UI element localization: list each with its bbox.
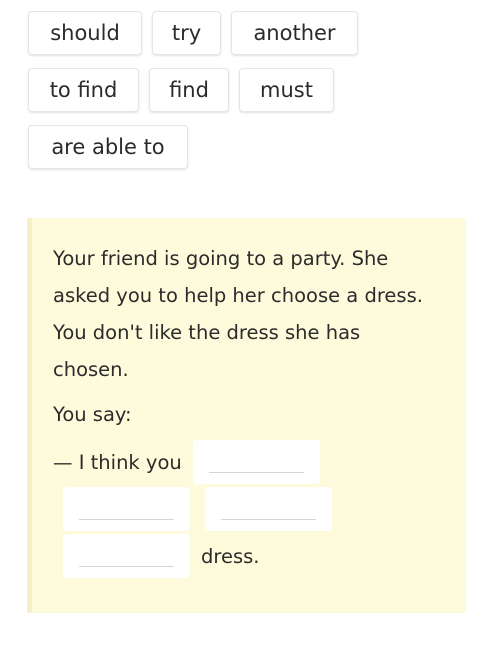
you-say-label: You say:: [53, 403, 132, 426]
task-description-line: chosen.: [53, 358, 129, 381]
word-bank: should try another to find find must are…: [28, 11, 488, 182]
answer-line-1: — I think you: [53, 440, 463, 484]
answer-line-2: [53, 487, 463, 531]
task-description: Your friend is going to a party. She ask…: [53, 240, 463, 388]
word-bank-row: should try another: [28, 11, 488, 55]
task-description-line: Your friend is going to a party. She: [53, 247, 389, 270]
blank-input-2[interactable]: [63, 487, 190, 531]
blank-input-1[interactable]: [192, 440, 320, 484]
word-chip-another[interactable]: another: [231, 11, 358, 55]
word-bank-row: to find find must: [28, 68, 488, 112]
blank-input-4[interactable]: [63, 534, 190, 578]
answer-line-3: dress.: [53, 534, 463, 578]
blank-input-3[interactable]: [205, 487, 332, 531]
task-description-line: You don't like the dress she has: [53, 321, 361, 344]
task-description-line: asked you to help her choose a dress.: [53, 284, 423, 307]
word-chip-try[interactable]: try: [152, 11, 221, 55]
word-bank-row: are able to: [28, 125, 488, 169]
task-card: Your friend is going to a party. She ask…: [27, 218, 466, 613]
word-chip-must[interactable]: must: [239, 68, 334, 112]
sentence-end: dress.: [201, 544, 260, 568]
sentence-start: — I think you: [53, 450, 182, 474]
word-chip-should[interactable]: should: [28, 11, 142, 55]
task-content: Your friend is going to a party. She ask…: [53, 240, 463, 578]
word-chip-to-find[interactable]: to find: [28, 68, 139, 112]
word-chip-find[interactable]: find: [149, 68, 229, 112]
word-chip-are-able-to[interactable]: are able to: [28, 125, 188, 169]
